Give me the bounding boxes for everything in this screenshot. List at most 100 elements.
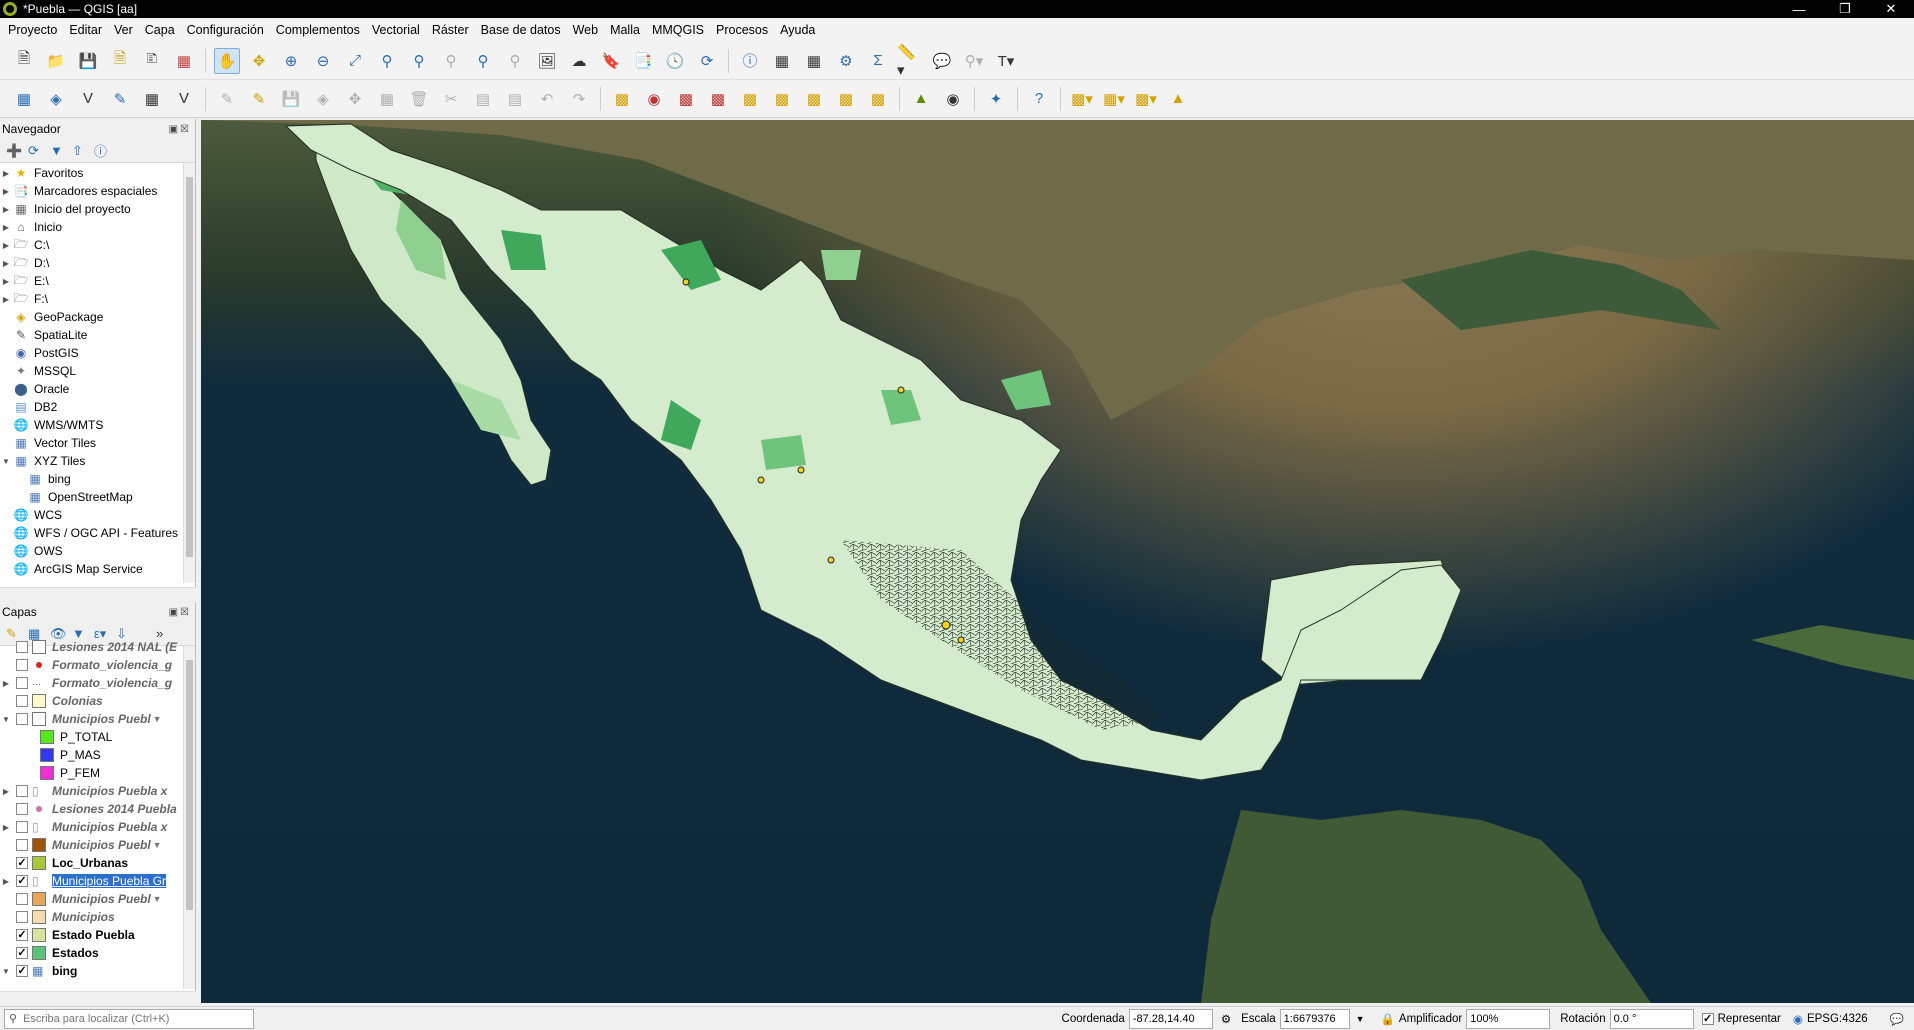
layer-visibility-checkbox[interactable] [16, 785, 28, 797]
label-toolbar-icon[interactable]: ▩ [609, 86, 635, 112]
text-annotation-icon[interactable]: T▾ [993, 48, 1019, 74]
add-delimited-text-icon[interactable]: ▦ [139, 86, 165, 112]
navigator-item[interactable]: ▶ ⌂ Inicio [0, 218, 195, 236]
navigator-scrollbar[interactable] [183, 163, 195, 583]
navigator-item[interactable]: ▦ OpenStreetMap [0, 488, 195, 506]
pin-labels-icon[interactable]: ▩ [673, 86, 699, 112]
redo-icon[interactable]: ↷ [566, 86, 592, 112]
toggle-extents-icon[interactable]: ⚙ [1221, 1012, 1231, 1026]
field-calculator-icon[interactable]: ▦ [801, 48, 827, 74]
style-manager-icon[interactable]: ▦ [171, 48, 197, 74]
zoom-next-icon[interactable]: ⚲ [502, 48, 528, 74]
new-map-view-icon[interactable]: 🖼 [534, 48, 560, 74]
layer-item[interactable]: Municipios Puebl ▼ [0, 836, 195, 854]
messages-icon[interactable]: 💬 [1890, 1012, 1904, 1026]
minimize-button[interactable]: — [1776, 2, 1822, 17]
navigator-item[interactable]: 🌐 WCS [0, 506, 195, 524]
undo-icon[interactable]: ↶ [534, 86, 560, 112]
zoom-to-layer-icon[interactable]: ⚲ [406, 48, 432, 74]
layer-visibility-checkbox[interactable]: ✓ [16, 965, 28, 977]
open-project-icon[interactable]: 📁 [43, 48, 69, 74]
temporal-controller-icon[interactable]: 🕓 [662, 48, 688, 74]
pan-to-selection-icon[interactable]: ✥ [246, 48, 272, 74]
menu-item-10[interactable]: Malla [604, 23, 646, 37]
layer-item[interactable]: Municipios [0, 908, 195, 926]
rotate-label-icon[interactable]: ▩ [801, 86, 827, 112]
identify-features-icon[interactable]: ⓘ [737, 48, 763, 74]
statistical-summary-icon[interactable]: Σ [865, 48, 891, 74]
layer-item[interactable]: ▶ ✓ ▯ Municipios Puebla Gr [0, 872, 195, 890]
chevron-down-icon[interactable]: ▼ [0, 457, 12, 466]
menu-item-5[interactable]: Complementos [270, 23, 366, 37]
attribute-table-icon[interactable]: ▦ [769, 48, 795, 74]
pan-map-icon[interactable]: ✋ [214, 47, 240, 74]
new-temporary-layer-icon[interactable]: ✎ [107, 86, 133, 112]
navigator-item[interactable]: ◉ PostGIS [0, 344, 195, 362]
layer-visibility-checkbox[interactable]: ✓ [16, 857, 28, 869]
layer-item[interactable]: ▼ ✓ ▦ bing [0, 962, 195, 980]
layer-visibility-checkbox[interactable] [16, 695, 28, 707]
show-bookmarks-icon[interactable]: 📑 [630, 48, 656, 74]
legend-item[interactable]: P_FEM [0, 764, 195, 782]
new-geopackage-layer-icon[interactable]: ◈ [43, 86, 69, 112]
layers-scrollbar[interactable] [183, 646, 195, 989]
measure-line-icon[interactable]: 📏▾ [897, 44, 923, 79]
new-spatial-bookmark-icon[interactable]: 🔖 [598, 48, 624, 74]
layer-item[interactable]: ✓ Loc_Urbanas [0, 854, 195, 872]
navigator-item[interactable]: 🌐 ArcGIS Map Service [0, 560, 195, 578]
rotation-field[interactable]: 0.0 ° [1609, 1008, 1694, 1029]
diagram-icon[interactable]: ◉ [641, 86, 667, 112]
menu-item-6[interactable]: Vectorial [366, 23, 426, 37]
modify-attributes-icon[interactable]: ▦ [374, 86, 400, 112]
menu-item-8[interactable]: Base de datos [475, 23, 567, 37]
select-features-icon[interactable]: ▩▾ [1069, 86, 1095, 112]
layer-item[interactable]: ✓ Estados [0, 944, 195, 962]
cut-features-icon[interactable]: ✂ [438, 86, 464, 112]
highlight-pinned-labels-icon[interactable]: ▩ [705, 86, 731, 112]
navigator-item[interactable]: ▶ ★ Favoritos [0, 164, 195, 182]
legend-item[interactable]: P_TOTAL [0, 728, 195, 746]
layer-visibility-checkbox[interactable]: ✓ [16, 875, 28, 887]
panel-float-close-icon[interactable]: ▣☒ [169, 124, 191, 135]
vertex-tool-icon[interactable]: ✥ [342, 86, 368, 112]
layer-visibility-checkbox[interactable] [16, 659, 28, 671]
add-virtual-layer-icon[interactable]: V [171, 86, 197, 112]
navigator-item[interactable]: ✦ MSSQL [0, 362, 195, 380]
navigator-item[interactable]: ▶ 🗁 E:\ [0, 272, 195, 290]
zoom-to-selection-icon[interactable]: ⚲ [374, 48, 400, 74]
navigator-item[interactable]: ▶ 🗁 D:\ [0, 254, 195, 272]
render-checkbox[interactable]: ✓ [1701, 1012, 1714, 1025]
navigator-item[interactable]: 🌐 WFS / OGC API - Features [0, 524, 195, 542]
data-source-manager-icon[interactable]: ▦ [11, 86, 37, 112]
zoom-out-icon[interactable]: ⊖ [310, 48, 336, 74]
menu-item-0[interactable]: Proyecto [2, 23, 63, 37]
select-by-location-icon[interactable]: ▲ [1165, 86, 1191, 112]
refresh-icon[interactable]: ⟳ [28, 143, 50, 159]
properties-icon[interactable]: ⓘ [94, 141, 116, 160]
layer-item[interactable]: ▶ ▯ Municipios Puebla x [0, 818, 195, 836]
show-hide-labels-icon[interactable]: ▩ [769, 86, 795, 112]
menu-item-12[interactable]: Procesos [710, 23, 774, 37]
chevron-right-icon[interactable]: ▶ [0, 169, 12, 178]
help-icon[interactable]: ? [1026, 86, 1052, 112]
save-project-icon[interactable]: 💾 [75, 48, 101, 74]
navigator-item[interactable]: 🌐 WMS/WMTS [0, 416, 195, 434]
chevron-down-icon[interactable]: ▼ [0, 715, 12, 724]
zoom-native-icon[interactable]: ⚲ [438, 48, 464, 74]
deselect-all-icon[interactable]: ▩▾ [1133, 86, 1159, 112]
menu-item-2[interactable]: Ver [108, 23, 139, 37]
filter-icon[interactable]: ▼ [153, 894, 162, 904]
chevron-right-icon[interactable]: ▶ [0, 241, 12, 250]
chevron-right-icon[interactable]: ▶ [0, 259, 12, 268]
new-project-icon[interactable]: 🗎 [11, 48, 37, 74]
menu-item-9[interactable]: Web [567, 23, 604, 37]
navigator-item[interactable]: ⬤ Oracle [0, 380, 195, 398]
layer-visibility-checkbox[interactable] [16, 641, 28, 653]
layer-item[interactable]: Lesiones 2014 NAL (E [0, 638, 195, 656]
restore-button[interactable]: ❐ [1822, 1, 1868, 17]
chevron-right-icon[interactable]: ▶ [0, 877, 12, 886]
menu-item-3[interactable]: Capa [139, 23, 181, 37]
layer-item[interactable]: ▶ ⋯ Formato_violencia_g [0, 674, 195, 692]
layer-visibility-checkbox[interactable] [16, 839, 28, 851]
filter-icon[interactable]: ▼ [153, 840, 162, 850]
